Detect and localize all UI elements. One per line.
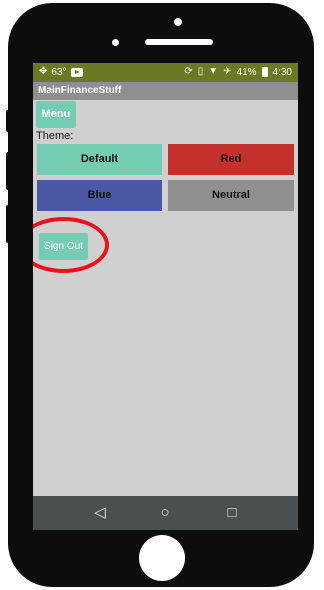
clock: 4:30 bbox=[272, 66, 292, 78]
back-icon[interactable]: ◁ bbox=[91, 504, 109, 522]
theme-label: Theme: bbox=[36, 130, 74, 142]
volume-down-button bbox=[6, 205, 12, 243]
highlight-annotation-circle bbox=[33, 217, 109, 273]
sync-icon: ⟳ bbox=[184, 66, 193, 77]
device-screen: ✥ 63° ⟳ ▯ ▼ ✈ 41% 4:30 MainFinanceStuff … bbox=[33, 63, 298, 530]
status-bar: ✥ 63° ⟳ ▯ ▼ ✈ 41% 4:30 bbox=[33, 63, 298, 82]
battery-icon bbox=[261, 67, 268, 77]
vibrate-icon: ▯ bbox=[197, 66, 204, 77]
home-icon[interactable]: ○ bbox=[156, 504, 174, 522]
earpiece-speaker bbox=[145, 39, 213, 45]
theme-default-button[interactable]: Default bbox=[37, 144, 162, 175]
recent-apps-icon[interactable]: □ bbox=[223, 504, 241, 522]
app-content: Menu Theme: Default Red Blue Neutral Sig… bbox=[33, 100, 298, 496]
app-title: MainFinanceStuff bbox=[38, 85, 122, 96]
menu-button[interactable]: Menu bbox=[36, 101, 76, 128]
theme-blue-button[interactable]: Blue bbox=[37, 180, 162, 211]
fan-icon: ✥ bbox=[39, 66, 48, 77]
theme-red-button[interactable]: Red bbox=[168, 144, 294, 175]
battery-percent: 41% bbox=[236, 66, 257, 78]
airplane-icon: ✈ bbox=[223, 66, 232, 77]
front-sensor bbox=[174, 18, 182, 26]
theme-neutral-button[interactable]: Neutral bbox=[168, 180, 294, 211]
app-title-bar: MainFinanceStuff bbox=[33, 82, 298, 100]
front-camera bbox=[112, 39, 119, 46]
physical-home-button bbox=[139, 535, 185, 581]
wifi-icon: ▼ bbox=[208, 66, 219, 77]
youtube-icon bbox=[70, 67, 83, 77]
volume-up-button bbox=[6, 152, 12, 190]
android-nav-bar: ◁ ○ □ bbox=[33, 496, 298, 530]
temperature-readout: 63° bbox=[51, 66, 67, 78]
mute-switch bbox=[6, 110, 12, 132]
